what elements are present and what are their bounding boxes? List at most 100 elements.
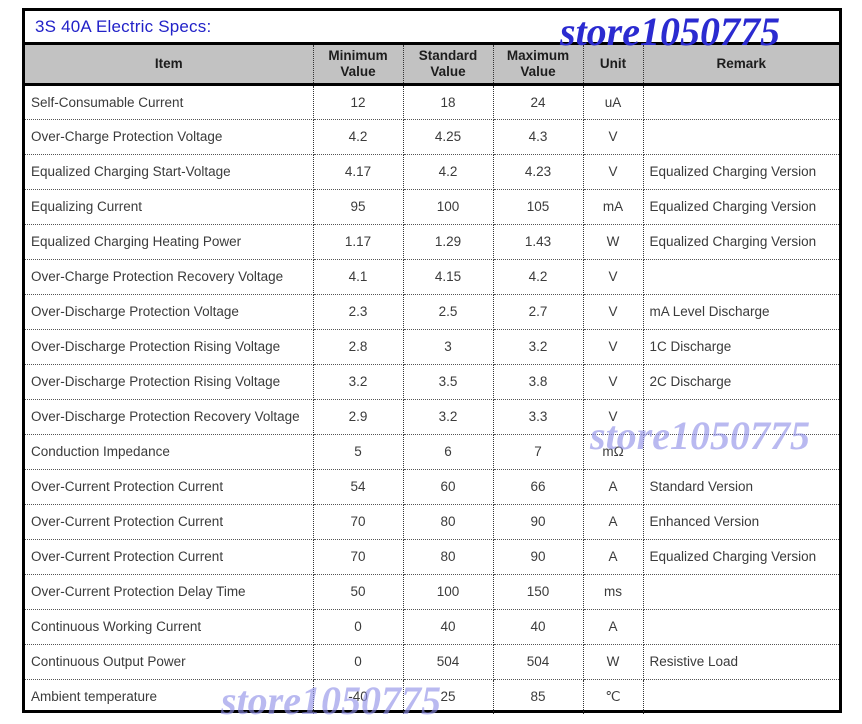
table-row: Equalizing Current 95 100 105 mA Equalized Ch… <box>25 189 839 225</box>
cell-remark: 1C Discharge <box>643 329 839 365</box>
cell-unit: V <box>583 294 644 330</box>
cell-unit: uA <box>583 84 644 120</box>
cell-standard-value: 80 <box>403 504 494 540</box>
cell-remark <box>643 434 839 470</box>
cell-remark <box>643 399 839 435</box>
cell-maximum-value: 4.2 <box>493 259 584 295</box>
cell-standard-value: 25 <box>403 679 494 714</box>
cell-item: Over-Current Protection Current <box>25 469 314 505</box>
table-row: Self-Consumable Current 12 18 24 uA <box>25 84 839 120</box>
table-row: Continuous Working Current 0 40 40 A <box>25 609 839 645</box>
cell-remark: Standard Version <box>643 469 839 505</box>
table-row: Conduction Impedance 5 6 7 mΩ <box>25 434 839 470</box>
cell-item: Conduction Impedance <box>25 434 314 470</box>
cell-remark: mA Level Discharge <box>643 294 839 330</box>
cell-item: Equalized Charging Heating Power <box>25 224 314 260</box>
column-header-maximum-value: Maximum Value <box>493 45 584 86</box>
cell-minimum-value: 4.1 <box>313 259 404 295</box>
cell-standard-value: 4.2 <box>403 154 494 190</box>
cell-remark <box>643 574 839 610</box>
cell-minimum-value: 54 <box>313 469 404 505</box>
cell-minimum-value: 2.8 <box>313 329 404 365</box>
cell-standard-value: 1.29 <box>403 224 494 260</box>
cell-remark: Equalized Charging Version <box>643 224 839 260</box>
column-header-item: Item <box>25 45 314 86</box>
cell-minimum-value: 3.2 <box>313 364 404 400</box>
cell-maximum-value: 90 <box>493 504 584 540</box>
cell-maximum-value: 2.7 <box>493 294 584 330</box>
table-row: Equalized Charging Start-Voltage 4.17 4.2 4… <box>25 154 839 190</box>
cell-remark: Equalized Charging Version <box>643 154 839 190</box>
cell-remark <box>643 259 839 295</box>
cell-minimum-value: 4.2 <box>313 119 404 155</box>
cell-unit: ℃ <box>583 679 644 714</box>
header-min-line2: Value <box>340 63 376 79</box>
cell-maximum-value: 85 <box>493 679 584 714</box>
column-header-unit: Unit <box>583 45 644 86</box>
cell-maximum-value: 3.8 <box>493 364 584 400</box>
cell-maximum-value: 4.3 <box>493 119 584 155</box>
column-header-standard-value: Standard Value <box>403 45 494 86</box>
cell-maximum-value: 105 <box>493 189 584 225</box>
cell-minimum-value: 50 <box>313 574 404 610</box>
cell-minimum-value: 4.17 <box>313 154 404 190</box>
cell-remark <box>643 84 839 120</box>
cell-unit: W <box>583 224 644 260</box>
cell-maximum-value: 24 <box>493 84 584 120</box>
cell-remark <box>643 119 839 155</box>
cell-standard-value: 2.5 <box>403 294 494 330</box>
table-row: Over-Current Protection Current 70 80 90 A Eq… <box>25 539 839 575</box>
cell-unit: V <box>583 364 644 400</box>
cell-minimum-value: 2.9 <box>313 399 404 435</box>
cell-standard-value: 100 <box>403 574 494 610</box>
cell-maximum-value: 90 <box>493 539 584 575</box>
table-row: Equalized Charging Heating Power 1.17 1.29… <box>25 224 839 260</box>
table-row: Over-Discharge Protection Recovery Volta… <box>25 399 839 435</box>
cell-item: Over-Charge Protection Recovery Voltage <box>25 259 314 295</box>
cell-unit: V <box>583 119 644 155</box>
column-header-remark: Remark <box>643 45 839 86</box>
cell-item: Over-Current Protection Delay Time <box>25 574 314 610</box>
cell-remark: Equalized Charging Version <box>643 539 839 575</box>
cell-maximum-value: 3.3 <box>493 399 584 435</box>
cell-unit: A <box>583 539 644 575</box>
header-std-line1: Standard <box>418 48 478 64</box>
table-row: Continuous Output Power 0 504 504 W Resistive… <box>25 644 839 680</box>
cell-unit: V <box>583 399 644 435</box>
table-header-row: Item Minimum Value Standard Value Maximu… <box>25 45 839 86</box>
cell-standard-value: 3.2 <box>403 399 494 435</box>
cell-standard-value: 6 <box>403 434 494 470</box>
cell-item: Continuous Working Current <box>25 609 314 645</box>
cell-remark: 2C Discharge <box>643 364 839 400</box>
cell-remark: Equalized Charging Version <box>643 189 839 225</box>
cell-standard-value: 40 <box>403 609 494 645</box>
table-row: Over-Discharge Protection Rising Voltage… <box>25 364 839 400</box>
cell-unit: A <box>583 609 644 645</box>
table-row: Over-Discharge Protection Voltage 2.3 2.5 2… <box>25 294 839 330</box>
table-row: Over-Charge Protection Recovery Voltage 4… <box>25 259 839 295</box>
table-row: Ambient temperature -40 25 85 ℃ <box>25 679 839 714</box>
cell-item: Continuous Output Power <box>25 644 314 680</box>
table-row: Over-Current Protection Current 54 60 66 A St… <box>25 469 839 505</box>
cell-minimum-value: 1.17 <box>313 224 404 260</box>
header-max-line2: Value <box>520 63 556 79</box>
spec-sheet: 3S 40A Electric Specs: Item Minimum Valu… <box>22 8 842 723</box>
cell-unit: V <box>583 329 644 365</box>
cell-remark: Resistive Load <box>643 644 839 680</box>
cell-unit: A <box>583 504 644 540</box>
cell-remark <box>643 609 839 645</box>
cell-standard-value: 504 <box>403 644 494 680</box>
header-min-line1: Minimum <box>328 48 388 64</box>
cell-maximum-value: 7 <box>493 434 584 470</box>
cell-unit: W <box>583 644 644 680</box>
cell-standard-value: 80 <box>403 539 494 575</box>
cell-minimum-value: 0 <box>313 609 404 645</box>
cell-standard-value: 4.15 <box>403 259 494 295</box>
table-row: Over-Discharge Protection Rising Voltage… <box>25 329 839 365</box>
cell-maximum-value: 66 <box>493 469 584 505</box>
column-header-minimum-value: Minimum Value <box>313 45 404 86</box>
cell-item: Over-Discharge Protection Rising Voltage <box>25 329 314 365</box>
cell-minimum-value: 0 <box>313 644 404 680</box>
cell-standard-value: 60 <box>403 469 494 505</box>
cell-standard-value: 3 <box>403 329 494 365</box>
